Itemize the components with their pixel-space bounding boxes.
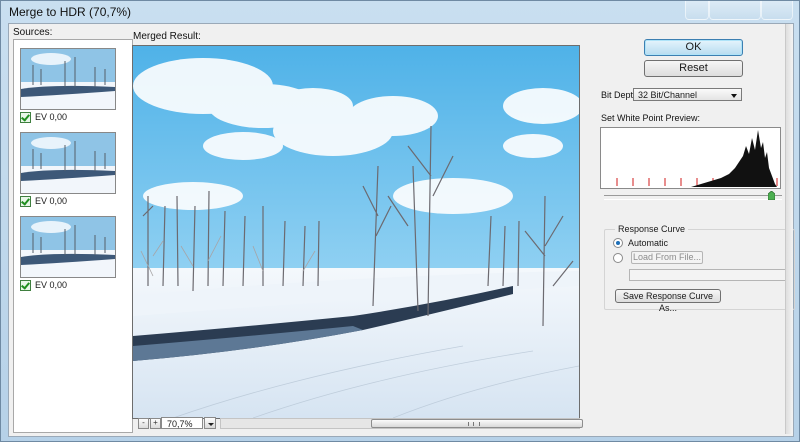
load-from-file-button[interactable]: Load From File...: [631, 251, 703, 264]
zoom-out-button[interactable]: -: [138, 418, 149, 429]
source-3-ev: EV 0,00: [35, 280, 68, 290]
merged-result-preview[interactable]: [132, 45, 580, 419]
dialog-body: Sources: EV 0,00 EV 0,00 EV 0,00 Merged …: [8, 23, 795, 437]
white-point-slider-thumb[interactable]: [767, 191, 775, 200]
source-1-checkbox[interactable]: [20, 112, 31, 123]
bit-depth-select[interactable]: 32 Bit/Channel: [633, 88, 742, 101]
zoom-level-field[interactable]: 70,7%: [161, 417, 203, 429]
source-2-ev: EV 0,00: [35, 196, 68, 206]
source-2-image: [21, 133, 115, 193]
merged-result-label: Merged Result:: [133, 31, 201, 42]
source-1-image: [21, 49, 115, 109]
reset-button[interactable]: Reset: [644, 60, 743, 77]
preview-horizontal-scrollbar[interactable]: [220, 418, 583, 429]
dialog-right-edge: [785, 24, 793, 434]
minimize-button-ghost: [685, 1, 709, 20]
scrollbar-grip-icon: [468, 422, 480, 426]
sources-label: Sources:: [13, 27, 53, 38]
response-curve-path-field[interactable]: [629, 269, 790, 281]
scrollbar-thumb[interactable]: [371, 419, 583, 428]
title-bar: Merge to HDR (70,7%): [1, 1, 799, 23]
window-title: Merge to HDR (70,7%): [9, 5, 132, 19]
response-curve-group: Response Curve Automatic Load From File.…: [604, 224, 795, 313]
automatic-label: Automatic: [628, 238, 669, 248]
automatic-radio[interactable]: [613, 238, 623, 248]
winter-landscape-image: [133, 46, 579, 418]
source-2-checkbox[interactable]: [20, 196, 31, 207]
merge-to-hdr-window: Merge to HDR (70,7%) Sources: EV 0,00 EV…: [0, 0, 800, 442]
save-response-curve-button[interactable]: Save Response Curve As...: [615, 289, 721, 313]
zoom-in-button[interactable]: +: [150, 418, 161, 429]
white-point-histogram: [600, 127, 781, 189]
source-1-ev: EV 0,00: [35, 112, 68, 122]
zoom-dropdown-button[interactable]: [204, 417, 216, 429]
source-thumbnail-2[interactable]: [20, 132, 116, 194]
source-3-image: [21, 217, 115, 277]
preview-toolbar: - + 70,7%: [132, 417, 583, 431]
maximize-button-ghost: [709, 1, 761, 20]
source-3-checkbox[interactable]: [20, 280, 31, 291]
load-from-file-radio[interactable]: [613, 253, 623, 263]
sources-list[interactable]: EV 0,00 EV 0,00 EV 0,00: [13, 39, 133, 433]
source-thumbnail-1[interactable]: [20, 48, 116, 110]
white-point-label: Set White Point Preview:: [601, 113, 701, 123]
source-thumbnail-3[interactable]: [20, 216, 116, 278]
white-point-slider[interactable]: [604, 195, 782, 200]
histogram-graph: [616, 130, 778, 187]
close-button-ghost: [761, 1, 793, 20]
ok-button[interactable]: OK: [644, 39, 743, 56]
response-curve-title: Response Curve: [615, 224, 689, 234]
